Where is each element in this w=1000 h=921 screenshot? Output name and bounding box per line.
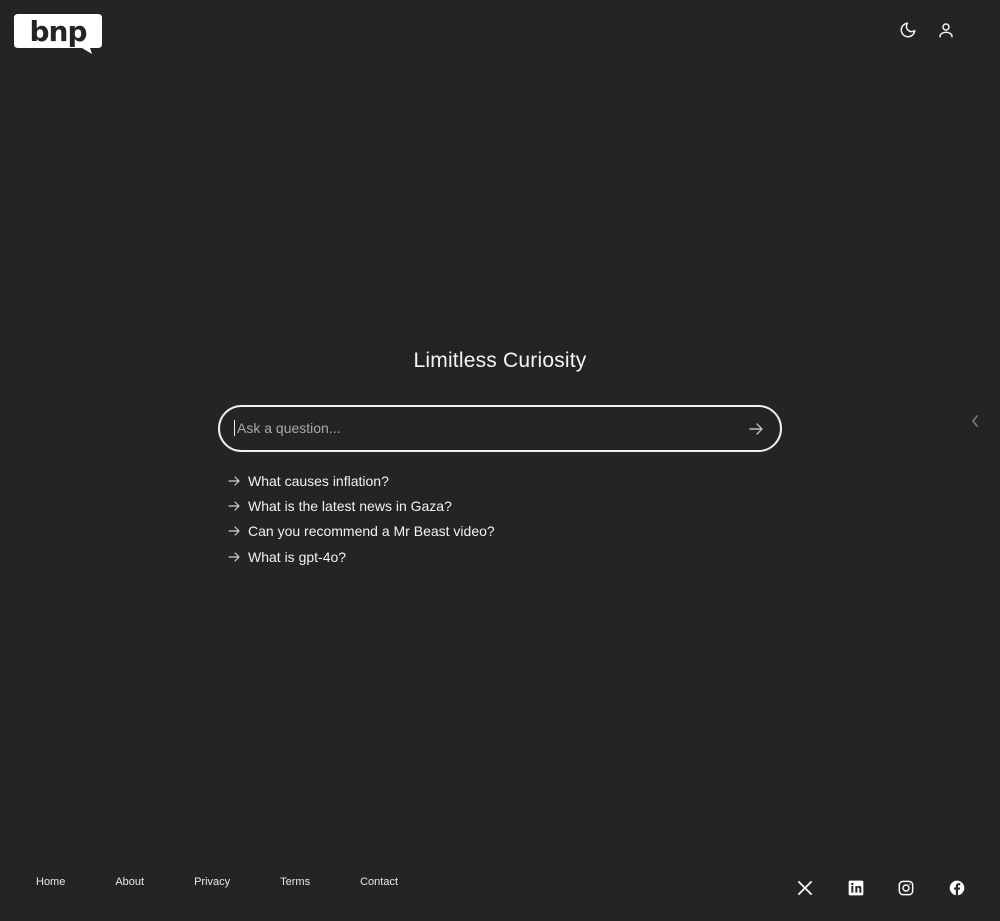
footer-link-about[interactable]: About <box>115 876 144 888</box>
suggestion-item[interactable]: What is the latest news in Gaza? <box>226 493 495 518</box>
suggestion-item[interactable]: Can you recommend a Mr Beast video? <box>226 519 495 544</box>
side-panel-toggle[interactable] <box>968 412 982 430</box>
search-box <box>218 405 782 452</box>
page-title: Limitless Curiosity <box>413 349 587 372</box>
arrow-right-icon <box>226 523 242 539</box>
suggestion-list: What causes inflation? What is the lates… <box>226 468 495 569</box>
suggestion-item[interactable]: What causes inflation? <box>226 468 495 493</box>
arrow-right-icon <box>749 423 763 435</box>
suggestion-label: What is the latest news in Gaza? <box>248 497 452 514</box>
bnp-logo-icon: bnp <box>14 14 102 54</box>
linkedin-link[interactable] <box>847 879 865 897</box>
linkedin-icon <box>848 880 864 896</box>
arrow-right-icon <box>226 549 242 565</box>
footer-link-contact[interactable]: Contact <box>360 876 398 888</box>
facebook-link[interactable] <box>948 879 966 897</box>
suggestion-item[interactable]: What is gpt-4o? <box>226 544 495 569</box>
logo[interactable]: bnp <box>14 14 102 54</box>
x-icon <box>797 880 813 896</box>
theme-toggle-button[interactable] <box>898 20 918 40</box>
instagram-link[interactable] <box>897 879 915 897</box>
chevron-left-icon <box>972 415 978 427</box>
search-input[interactable] <box>234 420 727 436</box>
submit-button[interactable] <box>746 419 766 439</box>
moon-icon <box>900 22 916 38</box>
x-link[interactable] <box>796 879 814 897</box>
arrow-right-icon <box>226 498 242 514</box>
logo-text: bnp <box>29 15 86 48</box>
footer-link-terms[interactable]: Terms <box>280 876 310 888</box>
footer-nav: Home About Privacy Terms Contact <box>36 876 398 888</box>
user-account-button[interactable] <box>936 20 956 40</box>
facebook-icon <box>949 880 965 896</box>
suggestion-label: Can you recommend a Mr Beast video? <box>248 523 495 540</box>
suggestion-label: What causes inflation? <box>248 472 389 489</box>
instagram-icon <box>898 880 914 896</box>
suggestion-label: What is gpt-4o? <box>248 548 347 565</box>
user-icon <box>939 23 953 38</box>
page: bnp Limitless Curiosity Ask a question..… <box>0 0 1000 921</box>
footer-link-home[interactable]: Home <box>36 876 65 888</box>
footer-link-privacy[interactable]: Privacy <box>194 876 230 888</box>
arrow-right-icon <box>226 473 242 489</box>
